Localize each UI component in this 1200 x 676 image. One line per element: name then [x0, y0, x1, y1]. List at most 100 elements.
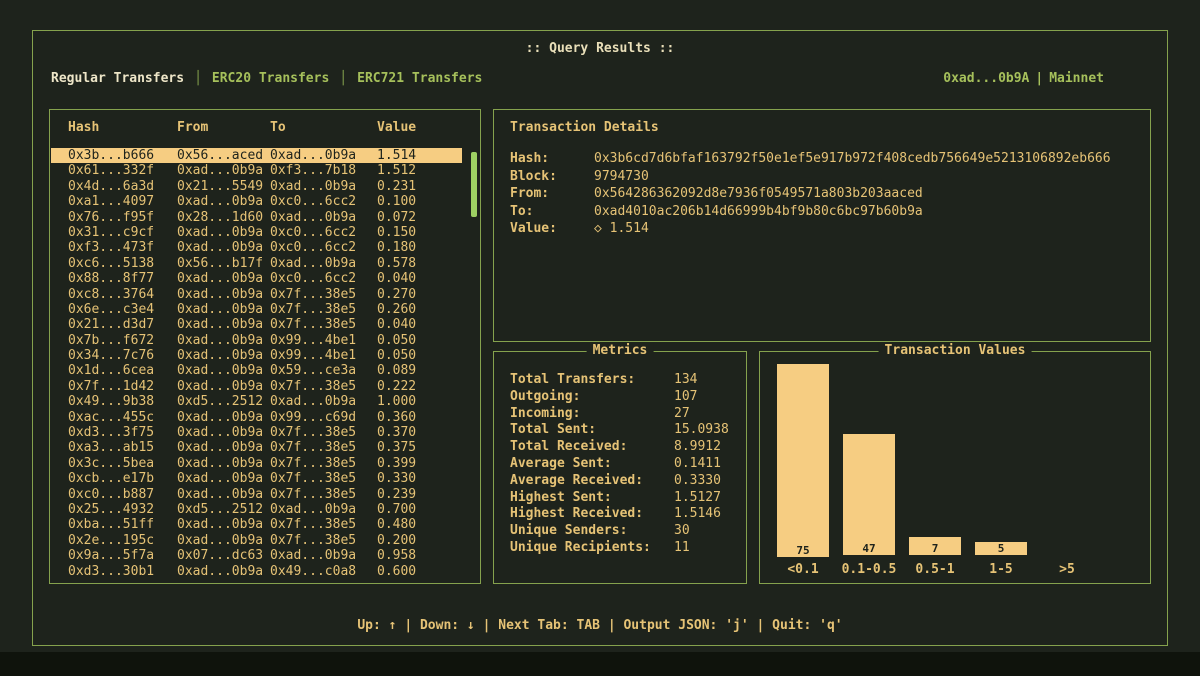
table-row[interactable]: 0x1d...6cea0xad...0b9a0x59...ce3a0.089: [51, 363, 462, 378]
table-row[interactable]: 0x6e...c3e40xad...0b9a0x7f...38e50.260: [51, 302, 462, 317]
bar-area: 5: [968, 364, 1034, 555]
table-row[interactable]: 0x9a...5f7a0x07...dc630xad...0b9a0.958: [51, 548, 462, 563]
table-row[interactable]: 0x88...8f770xad...0b9a0xc0...6cc20.040: [51, 271, 462, 286]
cell-from: 0xad...0b9a: [177, 564, 270, 579]
table-row[interactable]: 0x31...c9cf0xad...0b9a0xc0...6cc20.150: [51, 225, 462, 240]
cell-hash: 0x34...7c76: [68, 348, 177, 363]
account-info: 0xad...0b9A|Mainnet: [943, 71, 1104, 86]
cell-from: 0xad...0b9a: [177, 379, 270, 394]
tab-regular-transfers[interactable]: Regular Transfers: [51, 71, 184, 86]
bar: 47: [843, 434, 895, 555]
metric-label: Highest Sent:: [510, 490, 674, 507]
cell-to: 0xad...0b9a: [270, 256, 377, 271]
cell-to: 0xad...0b9a: [270, 394, 377, 409]
metric-label: Total Transfers:: [510, 372, 674, 389]
bar-value-label: 47: [843, 542, 895, 555]
cell-to: 0x7f...38e5: [270, 425, 377, 440]
cell-from: 0xad...0b9a: [177, 471, 270, 486]
cell-to: 0x7f...38e5: [270, 487, 377, 502]
details-fields: Hash:0x3b6cd7d6bfaf163792f50e1ef5e917b97…: [510, 150, 1142, 238]
metric-label: Unique Senders:: [510, 523, 674, 540]
table-row[interactable]: 0xc0...b8870xad...0b9a0x7f...38e50.239: [51, 487, 462, 502]
table-row[interactable]: 0x2e...195c0xad...0b9a0x7f...38e50.200: [51, 533, 462, 548]
chart-bar-group: 7: [902, 364, 968, 555]
cell-from: 0x07...dc63: [177, 548, 270, 563]
x-axis-label: 1-5: [968, 562, 1034, 577]
table-row[interactable]: 0x4d...6a3d0x21...55490xad...0b9a0.231: [51, 179, 462, 194]
column-header-to: To: [270, 120, 377, 135]
table-row[interactable]: 0xf3...473f0xad...0b9a0xc0...6cc20.180: [51, 240, 462, 255]
table-row[interactable]: 0xcb...e17b0xad...0b9a0x7f...38e50.330: [51, 471, 462, 486]
cell-from: 0x21...5549: [177, 179, 270, 194]
cell-from: 0xad...0b9a: [177, 487, 270, 502]
metric-item: Unique Recipients:11: [510, 540, 740, 557]
bar-area: 7: [902, 364, 968, 555]
chart-bars: 75 47 75: [770, 364, 1100, 555]
cell-to: 0x7f...38e5: [270, 517, 377, 532]
metric-item: Average Received:0.3330: [510, 473, 740, 490]
cell-value: 0.958: [377, 548, 462, 563]
detail-field: From:0x564286362092d8e7936f0549571a803b2…: [510, 185, 1142, 203]
cell-hash: 0xd3...30b1: [68, 564, 177, 579]
table-row[interactable]: 0xd3...30b10xad...0b9a0x49...c0a80.600: [51, 564, 462, 579]
cell-value: 0.399: [377, 456, 462, 471]
table-row[interactable]: 0xc8...37640xad...0b9a0x7f...38e50.270: [51, 287, 462, 302]
cell-hash: 0x3b...b666: [68, 148, 177, 163]
table-row[interactable]: 0xd3...3f750xad...0b9a0x7f...38e50.370: [51, 425, 462, 440]
table-body: 0x3b...b6660x56...aced0xad...0b9a1.5140x…: [51, 148, 462, 579]
bar-area: [1034, 364, 1100, 555]
chart-bar-group: 75: [770, 364, 836, 555]
table-row[interactable]: 0x21...d3d70xad...0b9a0x7f...38e50.040: [51, 317, 462, 332]
cell-value: 0.072: [377, 210, 462, 225]
table-row[interactable]: 0x3c...5bea0xad...0b9a0x7f...38e50.399: [51, 456, 462, 471]
table-row[interactable]: 0xc6...51380x56...b17f0xad...0b9a0.578: [51, 256, 462, 271]
cell-from: 0xad...0b9a: [177, 517, 270, 532]
cell-from: 0xad...0b9a: [177, 302, 270, 317]
cell-hash: 0x49...9b38: [68, 394, 177, 409]
table-row[interactable]: 0xa3...ab150xad...0b9a0x7f...38e50.375: [51, 440, 462, 455]
bar-area: 47: [836, 364, 902, 555]
column-header-from: From: [177, 120, 270, 135]
cell-hash: 0x6e...c3e4: [68, 302, 177, 317]
metric-item: Outgoing:107: [510, 389, 740, 406]
detail-value: 0x3b6cd7d6bfaf163792f50e1ef5e917b972f408…: [594, 151, 1111, 166]
table-row[interactable]: 0xba...51ff0xad...0b9a0x7f...38e50.480: [51, 517, 462, 532]
tab-bar: Regular Transfers│ERC20 Transfers│ERC721…: [51, 71, 482, 86]
page-title: :: Query Results ::: [33, 41, 1167, 56]
table-row[interactable]: 0x61...332f0xad...0b9a0xf3...7b181.512: [51, 163, 462, 178]
metric-value: 1.5146: [674, 506, 721, 523]
table-row[interactable]: 0xac...455c0xad...0b9a0x99...c69d0.360: [51, 410, 462, 425]
chart-bar-group: 47: [836, 364, 902, 555]
table-row[interactable]: 0x7f...1d420xad...0b9a0x7f...38e50.222: [51, 379, 462, 394]
scrollbar-thumb[interactable]: [471, 152, 477, 217]
table-row[interactable]: 0x25...49320xd5...25120xad...0b9a0.700: [51, 502, 462, 517]
metric-item: Incoming:27: [510, 406, 740, 423]
tab-erc721-transfers[interactable]: ERC721 Transfers: [357, 71, 482, 86]
tab-erc20-transfers[interactable]: ERC20 Transfers: [212, 71, 329, 86]
cell-to: 0x49...c0a8: [270, 564, 377, 579]
metric-label: Average Sent:: [510, 456, 674, 473]
tab-row: Regular Transfers│ERC20 Transfers│ERC721…: [51, 71, 1104, 86]
table-row[interactable]: 0x76...f95f0x28...1d600xad...0b9a0.072: [51, 210, 462, 225]
table-row[interactable]: 0x49...9b380xd5...25120xad...0b9a1.000: [51, 394, 462, 409]
transaction-details-panel: Transaction Details Hash:0x3b6cd7d6bfaf1…: [493, 109, 1151, 342]
cell-value: 0.231: [377, 179, 462, 194]
table-row[interactable]: 0x34...7c760xad...0b9a0x99...4be10.050: [51, 348, 462, 363]
cell-hash: 0xf3...473f: [68, 240, 177, 255]
detail-value: 0x564286362092d8e7936f0549571a803b203aac…: [594, 186, 923, 201]
bar-value-label: 7: [909, 542, 961, 555]
detail-field: Hash:0x3b6cd7d6bfaf163792f50e1ef5e917b97…: [510, 150, 1142, 168]
cell-value: 0.239: [377, 487, 462, 502]
transfers-table-panel: HashFromToValue 0x3b...b6660x56...aced0x…: [49, 109, 481, 584]
table-row[interactable]: 0x7b...f6720xad...0b9a0x99...4be10.050: [51, 333, 462, 348]
account-address: 0xad...0b9A: [943, 71, 1029, 86]
keybinding-help: Up: ↑ | Down: ↓ | Next Tab: TAB | Output…: [33, 618, 1167, 633]
cell-to: 0x7f...38e5: [270, 456, 377, 471]
cell-from: 0x28...1d60: [177, 210, 270, 225]
cell-to: 0x7f...38e5: [270, 379, 377, 394]
detail-field: To:0xad4010ac206b14d66999b4bf9b80c6bc97b…: [510, 203, 1142, 221]
table-row[interactable]: 0xa1...40970xad...0b9a0xc0...6cc20.100: [51, 194, 462, 209]
cell-hash: 0xd3...3f75: [68, 425, 177, 440]
table-row[interactable]: 0x3b...b6660x56...aced0xad...0b9a1.514: [51, 148, 462, 163]
cell-value: 0.270: [377, 287, 462, 302]
